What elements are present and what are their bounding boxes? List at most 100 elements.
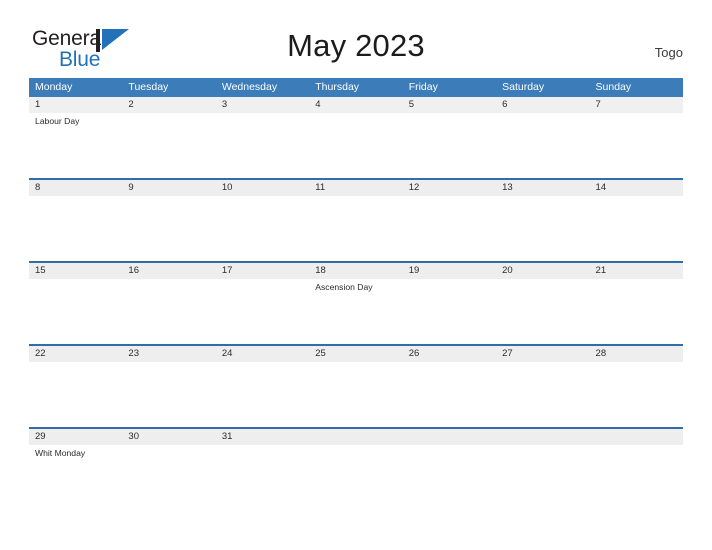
holiday-event-label: Whit Monday [35, 448, 86, 458]
day-cell-empty [309, 445, 402, 510]
day-cell-4[interactable] [309, 113, 402, 178]
day-cell-21[interactable] [590, 279, 683, 344]
page-title: May 2023 [287, 28, 425, 63]
holiday-event-label: Ascension Day [315, 282, 373, 292]
weekday-header-monday: Monday [35, 81, 73, 93]
day-cell-3[interactable] [216, 113, 309, 178]
day-number-28[interactable]: 28 [590, 346, 683, 362]
weekday-header-thursday: Thursday [315, 81, 360, 93]
day-cell-1[interactable]: Labour Day [29, 113, 122, 178]
day-number-17[interactable]: 17 [216, 263, 309, 279]
day-number-9[interactable]: 9 [122, 180, 215, 196]
day-number-band: 8 9 10 11 12 13 14 [29, 180, 683, 196]
day-cell-22[interactable] [29, 362, 122, 427]
calendar-week-row: 29 30 31 Whit Monday [29, 427, 683, 510]
day-number-8[interactable]: 8 [29, 180, 122, 196]
day-number-19[interactable]: 19 [403, 263, 496, 279]
day-cell-20[interactable] [496, 279, 589, 344]
day-cell-23[interactable] [122, 362, 215, 427]
day-number-empty [403, 429, 496, 445]
calendar-week-row: 1 2 3 4 5 6 7 Labour Day [29, 97, 683, 178]
day-number-band: 15 16 17 18 19 20 21 [29, 263, 683, 279]
weekday-header-friday: Friday [408, 81, 438, 93]
day-number-band: 1234567 [29, 97, 683, 113]
day-number-20[interactable]: 20 [496, 263, 589, 279]
day-number-15[interactable]: 15 [29, 263, 122, 279]
day-event-band [29, 362, 683, 427]
day-number-21[interactable]: 21 [590, 263, 683, 279]
day-number-26[interactable]: 26 [403, 346, 496, 362]
day-cell-19[interactable] [403, 279, 496, 344]
day-number-4[interactable]: 4 [309, 97, 402, 113]
day-cell-8[interactable] [29, 196, 122, 261]
day-cell-31[interactable] [216, 445, 309, 510]
day-number-1[interactable]: 1 [29, 97, 122, 113]
day-cell-2[interactable] [122, 113, 215, 178]
day-cell-14[interactable] [590, 196, 683, 261]
calendar-week-row: 22 23 24 25 26 27 28 [29, 344, 683, 427]
day-number-10[interactable]: 10 [216, 180, 309, 196]
day-number-24[interactable]: 24 [216, 346, 309, 362]
day-cell-empty [496, 445, 589, 510]
day-cell-25[interactable] [309, 362, 402, 427]
day-cell-empty [403, 445, 496, 510]
day-cell-27[interactable] [496, 362, 589, 427]
day-number-empty [309, 429, 402, 445]
calendar-weeks: 1 2 3 4 5 6 7 Labour Day 8 9 10 11 12 13 14 15 16 17 18 19 2… [29, 97, 683, 510]
day-cell-13[interactable] [496, 196, 589, 261]
calendar-grid: Monday Tuesday Wednesday Thursday Friday Satu… [29, 78, 683, 510]
weekday-header-sunday: Sunday [595, 81, 632, 93]
day-number-29[interactable]: 29 [29, 429, 122, 445]
weekday-header-wednesday: Wednesday [221, 81, 278, 93]
holiday-event-label: Labour Day [35, 116, 80, 126]
page-header: General Blue May 2023 Togo [0, 0, 712, 70]
day-number-22[interactable]: 22 [29, 346, 122, 362]
day-number-31[interactable]: 31 [216, 429, 309, 445]
day-cell-15[interactable] [29, 279, 122, 344]
day-cell-30[interactable] [122, 445, 215, 510]
day-cell-18[interactable]: Ascension Day [309, 279, 402, 344]
day-number-30[interactable]: 30 [122, 429, 215, 445]
day-cell-17[interactable] [216, 279, 309, 344]
day-number-5[interactable]: 5 [403, 97, 496, 113]
day-number-11[interactable]: 11 [309, 180, 402, 196]
day-number-25[interactable]: 25 [309, 346, 402, 362]
day-number-18[interactable]: 18 [309, 263, 402, 279]
day-number-13[interactable]: 13 [496, 180, 589, 196]
day-number-27[interactable]: 27 [496, 346, 589, 362]
day-cell-5[interactable] [403, 113, 496, 178]
day-cell-6[interactable] [496, 113, 589, 178]
day-number-3[interactable]: 3 [216, 97, 309, 113]
day-event-band: Whit Monday [29, 445, 683, 510]
day-cell-12[interactable] [403, 196, 496, 261]
day-number-2[interactable]: 2 [122, 97, 215, 113]
weekday-header-tuesday: Tuesday [128, 81, 169, 93]
day-number-empty [496, 429, 589, 445]
day-cell-24[interactable] [216, 362, 309, 427]
weekday-header-saturday: Saturday [502, 81, 545, 93]
day-cell-28[interactable] [590, 362, 683, 427]
day-number-band: 29 30 31 [29, 429, 683, 445]
day-cell-10[interactable] [216, 196, 309, 261]
day-number-6[interactable]: 6 [496, 97, 589, 113]
day-event-band: Ascension Day [29, 279, 683, 344]
weekday-header-row: Monday Tuesday Wednesday Thursday Friday Satu… [29, 78, 683, 97]
day-cell-9[interactable] [122, 196, 215, 261]
country-label: Togo [654, 45, 683, 60]
day-number-band: 22 23 24 25 26 27 28 [29, 346, 683, 362]
day-number-12[interactable]: 12 [403, 180, 496, 196]
calendar-week-row: 15 16 17 18 19 20 21 Ascension Day [29, 261, 683, 344]
day-cell-7[interactable] [590, 113, 683, 178]
day-cell-empty [590, 445, 683, 510]
calendar-week-row: 8 9 10 11 12 13 14 [29, 178, 683, 261]
calendar-page: General Blue May 2023 Togo Monday Tuesday… [0, 0, 712, 550]
day-number-16[interactable]: 16 [122, 263, 215, 279]
day-cell-26[interactable] [403, 362, 496, 427]
day-number-7[interactable]: 7 [590, 97, 683, 113]
day-number-23[interactable]: 23 [122, 346, 215, 362]
day-cell-29[interactable]: Whit Monday [29, 445, 122, 510]
day-number-14[interactable]: 14 [590, 180, 683, 196]
day-event-band: Labour Day [29, 113, 683, 178]
day-cell-16[interactable] [122, 279, 215, 344]
day-cell-11[interactable] [309, 196, 402, 261]
